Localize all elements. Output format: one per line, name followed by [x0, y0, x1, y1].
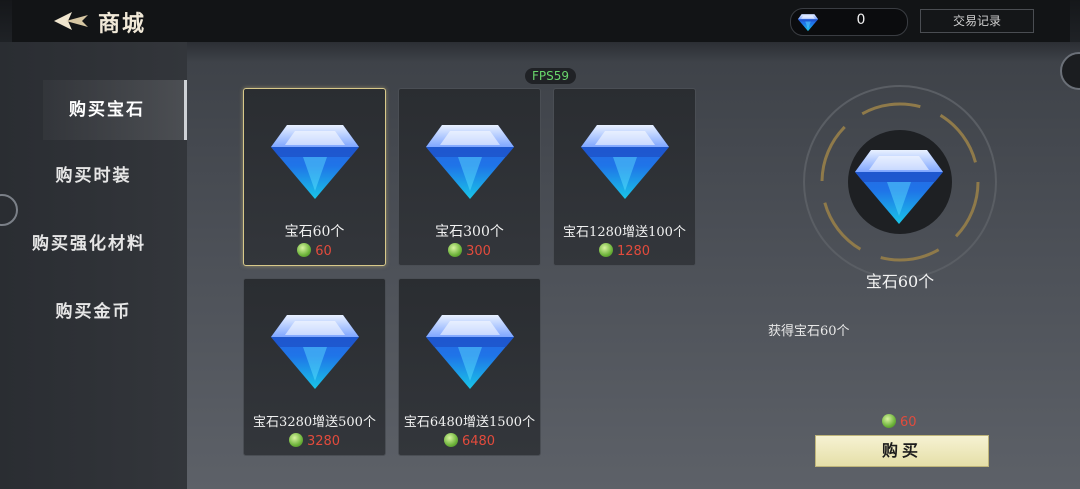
gem-balance-value: 0 [856, 12, 866, 28]
product-name: 宝石300个 [435, 224, 504, 240]
product-price: 1280 [554, 243, 695, 259]
detail-description: 获得宝石60个 [768, 324, 850, 339]
gem-icon [267, 301, 363, 397]
back-arrow-icon[interactable] [52, 9, 90, 33]
product-name: 宝石6480增送1500个 [403, 415, 536, 430]
product-card[interactable]: 宝石1280增送100个 1280 [553, 88, 696, 266]
fps-counter: FPS59 [525, 68, 577, 84]
buy-price: 60 [882, 414, 917, 430]
product-name: 宝石3280增送500个 [253, 415, 376, 430]
top-bar-inner [12, 0, 1070, 42]
jade-coin-icon [443, 433, 458, 447]
sidebar: 购买宝石 购买时装 购买强化材料 购买金币 [0, 42, 187, 489]
jade-coin-icon [297, 243, 312, 257]
product-name: 宝石1280增送100个 [563, 225, 686, 240]
detail-gem-icon [851, 136, 947, 232]
product-card[interactable]: 宝石300个 300 [398, 88, 541, 266]
jade-coin-icon [882, 414, 896, 428]
jade-coin-icon [598, 243, 613, 257]
product-card[interactable]: 宝石3280增送500个 3280 [243, 278, 386, 456]
product-price: 6480 [399, 433, 540, 449]
trade-record-button[interactable]: 交易记录 [920, 9, 1034, 33]
product-name: 宝石60个 [284, 224, 345, 240]
sidebar-item-buy-gold[interactable]: 购买金币 [0, 282, 187, 342]
product-price: 60 [244, 243, 385, 259]
gem-icon [795, 11, 821, 33]
product-card[interactable]: 宝石6480增送1500个 6480 [398, 278, 541, 456]
buy-button[interactable]: 购买 [815, 435, 989, 467]
content-top-strip [187, 42, 1080, 62]
product-price: 300 [399, 243, 540, 259]
product-card[interactable]: 宝石60个 60 [243, 88, 386, 266]
gem-icon [422, 111, 518, 207]
page-title: 商城 [98, 11, 147, 37]
sidebar-item-buy-fashion[interactable]: 购买时装 [0, 146, 187, 206]
jade-coin-icon [448, 243, 463, 257]
top-bar: 商城 0 交易记录 [0, 0, 1080, 43]
sidebar-item-buy-materials[interactable]: 购买强化材料 [0, 214, 187, 274]
jade-coin-icon [288, 433, 303, 447]
gem-icon [577, 111, 673, 207]
gem-icon [422, 301, 518, 397]
sidebar-item-buy-gems[interactable]: 购买宝石 [43, 80, 187, 140]
gem-icon [267, 111, 363, 207]
detail-item-name: 宝石60个 [865, 272, 935, 291]
product-price: 3280 [244, 433, 385, 449]
gem-balance: 0 [790, 8, 908, 36]
